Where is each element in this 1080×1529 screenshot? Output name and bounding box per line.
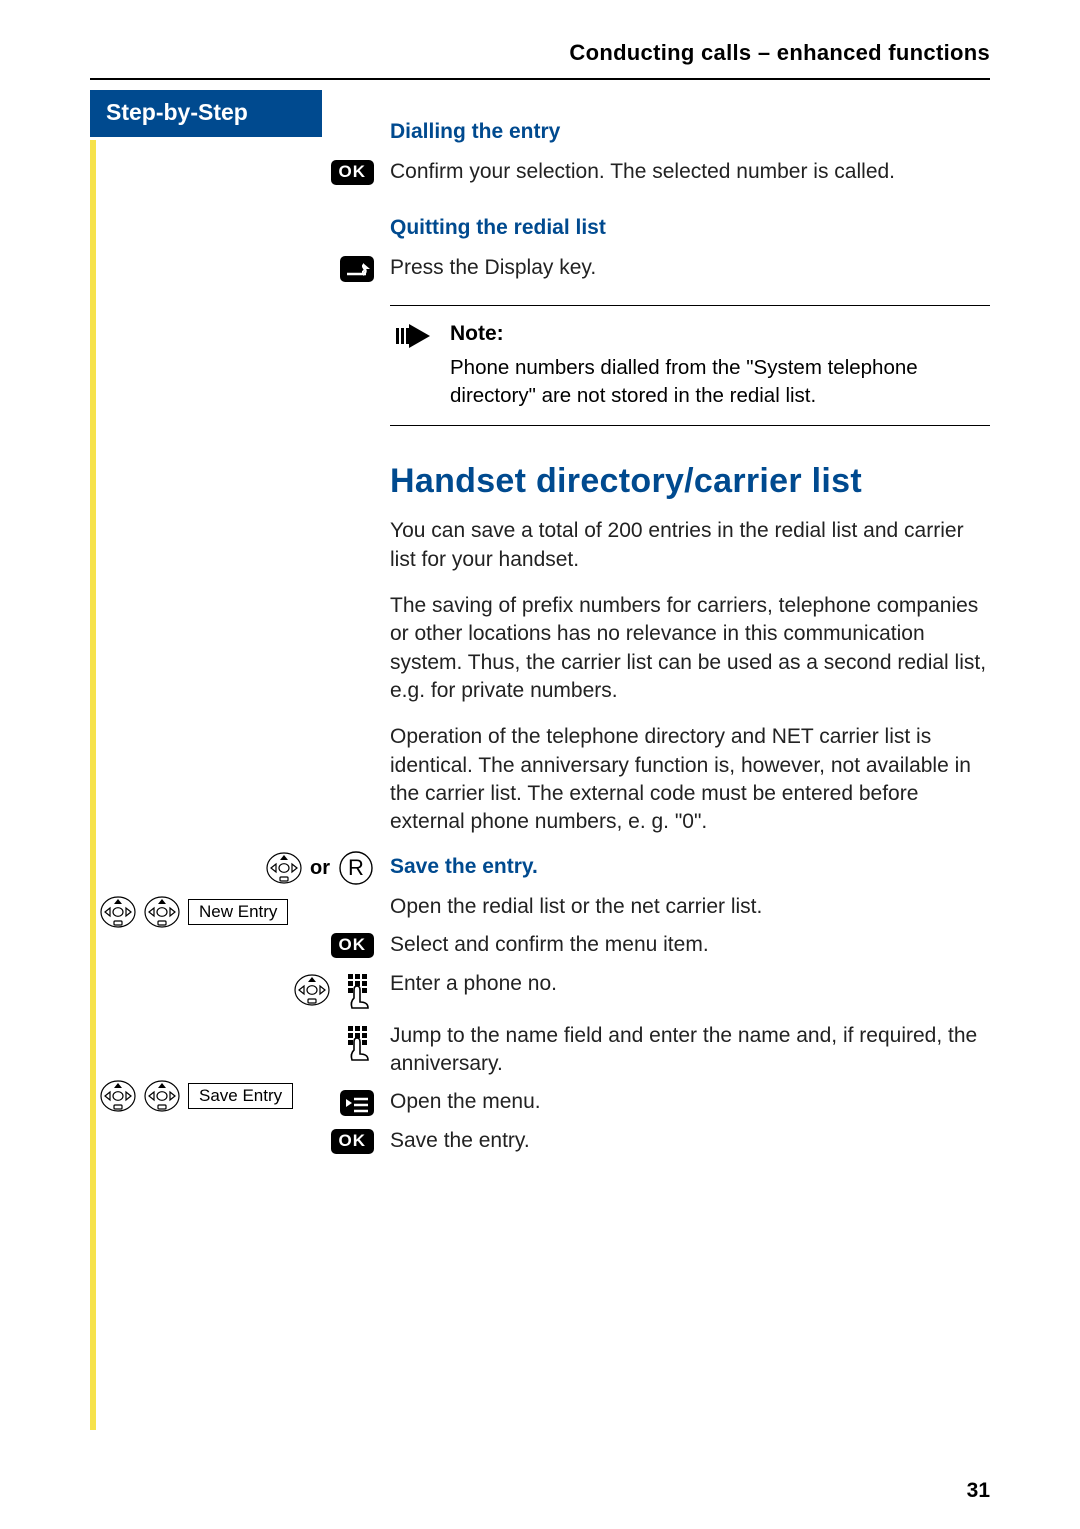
note-box: Note: Phone numbers dialled from the "Sy… xyxy=(390,305,990,427)
subhead-dialling: Dialling the entry xyxy=(390,120,990,144)
text-confirm-selection: Confirm your selection. The selected num… xyxy=(390,158,895,186)
control-key-icon xyxy=(266,850,302,886)
note-arrow-icon xyxy=(396,322,432,350)
ok-key-icon: OK xyxy=(331,933,375,958)
text-enter-phone: Enter a phone no. xyxy=(390,970,557,998)
or-label: or xyxy=(310,857,330,880)
keypad-hand-icon xyxy=(344,1024,374,1064)
control-key-icon xyxy=(144,894,180,930)
ok-key-icon: OK xyxy=(331,160,375,185)
softkey-save-entry[interactable]: Save Entry xyxy=(188,1083,293,1109)
note-body-text: Phone numbers dialled from the "System t… xyxy=(450,356,918,407)
subhead-save-entry: Save the entry. xyxy=(390,855,990,879)
keypad-hand-icon xyxy=(344,972,374,1012)
left-yellow-bar xyxy=(90,140,96,1430)
text-open-menu: Open the menu. xyxy=(390,1088,541,1116)
softkey-new-entry[interactable]: New Entry xyxy=(188,899,288,925)
ok-key-icon: OK xyxy=(331,1129,375,1154)
r-key-icon xyxy=(338,850,374,886)
text-save-entry: Save the entry. xyxy=(390,1127,530,1155)
control-key-icon xyxy=(100,894,136,930)
section-title: Handset directory/carrier list xyxy=(390,462,990,501)
text-select-menu: Select and confirm the menu item. xyxy=(390,931,709,959)
note-title: Note: xyxy=(450,320,984,348)
menu-key-icon xyxy=(340,1090,374,1116)
subhead-quitting: Quitting the redial list xyxy=(390,216,990,240)
control-key-icon xyxy=(144,1078,180,1114)
display-key-icon xyxy=(340,256,374,282)
running-head: Conducting calls – enhanced functions xyxy=(90,40,990,66)
divider xyxy=(90,78,990,80)
text-press-display: Press the Display key. xyxy=(390,254,596,282)
text-open-redial: Open the redial list or the net carrier … xyxy=(390,893,762,921)
text-jump-name: Jump to the name field and enter the nam… xyxy=(390,1022,990,1079)
step-by-step-tab: Step-by-Step xyxy=(90,90,322,137)
para-3: Operation of the telephone directory and… xyxy=(390,723,990,836)
page-number: 31 xyxy=(967,1479,990,1503)
para-2: The saving of prefix numbers for carrier… xyxy=(390,592,990,705)
para-1: You can save a total of 200 entries in t… xyxy=(390,517,990,574)
control-key-icon xyxy=(100,1078,136,1114)
